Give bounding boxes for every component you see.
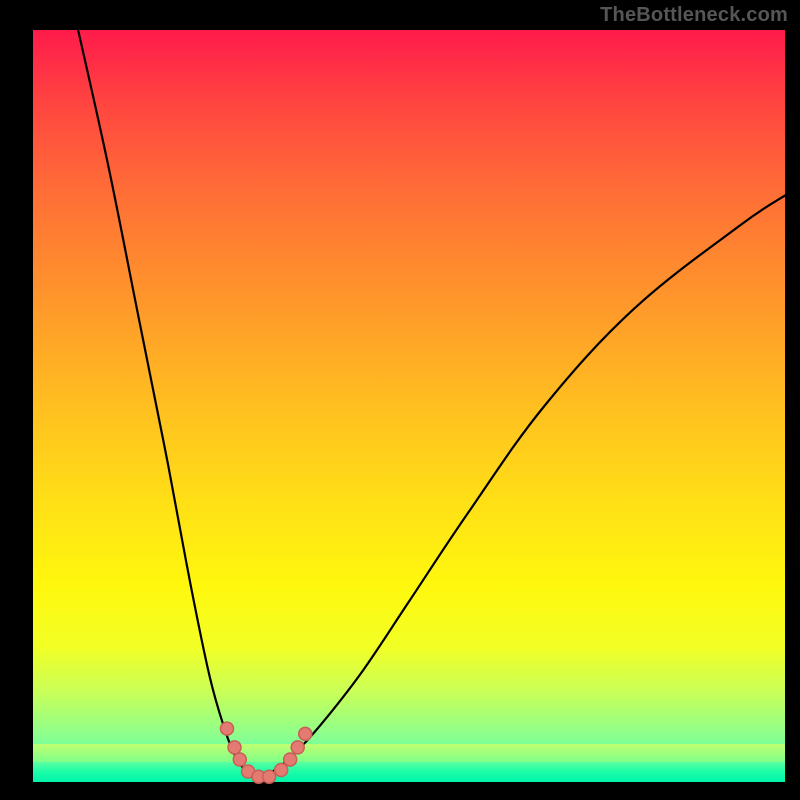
data-marker: [299, 727, 312, 740]
data-marker: [228, 741, 241, 754]
data-marker: [275, 763, 288, 776]
data-marker: [284, 753, 297, 766]
marker-group: [221, 722, 312, 783]
curve-left: [78, 30, 257, 778]
curve-layer: [33, 30, 785, 782]
plot-area: [33, 30, 785, 782]
watermark-text: TheBottleneck.com: [600, 4, 788, 27]
data-marker: [263, 770, 276, 783]
data-marker: [221, 722, 234, 735]
chart-stage: TheBottleneck.com: [0, 0, 800, 800]
curve-right: [257, 195, 785, 778]
data-marker: [291, 741, 304, 754]
data-marker: [233, 753, 246, 766]
